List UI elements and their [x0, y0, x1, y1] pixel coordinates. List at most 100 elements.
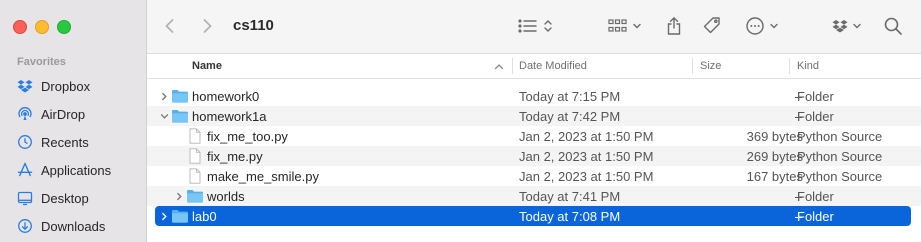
folder-icon: [171, 208, 189, 224]
search-button[interactable]: [883, 13, 903, 39]
file-row[interactable]: fix_me_too.py Jan 2, 2023 at 1:50 PM 369 b…: [147, 126, 921, 146]
sidebar-item-dropbox[interactable]: Dropbox: [17, 76, 90, 96]
document-icon: [186, 128, 204, 144]
downloads-icon: [17, 218, 33, 234]
file-kind: Python Source: [797, 128, 883, 144]
file-kind: Python Source: [797, 148, 883, 164]
sidebar-item-downloads[interactable]: Downloads: [17, 216, 105, 236]
chevron-left-icon: [165, 19, 174, 33]
clock-icon: [17, 134, 33, 150]
view-options-button[interactable]: [518, 13, 554, 39]
sidebar-item-label: Downloads: [41, 218, 106, 234]
back-button[interactable]: [163, 13, 177, 39]
group-button[interactable]: [608, 13, 643, 39]
more-actions-button[interactable]: [745, 13, 780, 39]
folder-row[interactable]: lab0 Today at 7:08 PM -- Folder: [155, 206, 911, 226]
group-grid-icon: [608, 19, 627, 32]
column-separator[interactable]: [692, 58, 693, 74]
chevron-down-icon: [633, 23, 641, 29]
sidebar-item-applications[interactable]: Applications: [17, 160, 111, 180]
close-button[interactable]: [13, 20, 27, 34]
folder-row[interactable]: worlds Today at 7:41 PM -- Folder: [147, 186, 921, 206]
disclosure-collapsed-icon[interactable]: [159, 206, 169, 226]
date-modified: Today at 7:08 PM: [519, 208, 621, 224]
sidebar-item-label: Recents: [41, 134, 89, 150]
dropbox-toolbar-button[interactable]: [831, 13, 863, 39]
sidebar-item-label: Desktop: [41, 190, 89, 206]
dropbox-icon: [17, 78, 33, 94]
date-modified: Jan 2, 2023 at 1:50 PM: [519, 168, 654, 184]
chevron-down-icon: [853, 23, 861, 29]
toolbar: cs110: [147, 0, 921, 54]
file-kind: Folder: [797, 188, 834, 204]
chevron-up-down-icon: [544, 20, 552, 32]
column-separator[interactable]: [512, 58, 513, 74]
item-name: worlds: [207, 188, 245, 204]
window-controls: [13, 20, 71, 34]
item-name: fix_me_too.py: [207, 128, 288, 144]
share-button[interactable]: [665, 13, 683, 39]
sidebar-item-label: Dropbox: [41, 78, 91, 94]
folder-icon: [171, 88, 189, 104]
tags-button[interactable]: [702, 13, 722, 39]
item-name: homework0: [192, 88, 260, 104]
item-name: make_me_smile.py: [207, 168, 319, 184]
document-icon: [186, 168, 204, 184]
airdrop-icon: [17, 106, 33, 122]
item-name: lab0: [192, 208, 217, 224]
date-modified: Jan 2, 2023 at 1:50 PM: [519, 148, 654, 164]
search-icon: [884, 17, 902, 35]
file-row[interactable]: fix_me.py Jan 2, 2023 at 1:50 PM 269 bytes…: [147, 146, 921, 166]
date-modified: Today at 7:42 PM: [519, 108, 621, 124]
list-view-icon: [518, 19, 537, 33]
sort-ascending-icon: [494, 64, 504, 70]
zoom-button[interactable]: [57, 20, 71, 34]
date-modified: Jan 2, 2023 at 1:50 PM: [519, 128, 654, 144]
ellipsis-circle-icon: [746, 17, 764, 35]
share-icon: [667, 17, 681, 35]
sidebar-item-label: Applications: [41, 162, 112, 178]
sidebar-item-airdrop[interactable]: AirDrop: [17, 104, 85, 124]
column-separator[interactable]: [789, 58, 790, 74]
file-row[interactable]: make_me_smile.py Jan 2, 2023 at 1:50 PM 16…: [147, 166, 921, 186]
file-kind: Folder: [797, 108, 834, 124]
file-size: 269 bytes: [746, 148, 803, 164]
column-header: Name Date Modified Size Kind: [147, 54, 921, 79]
sidebar-item-desktop[interactable]: Desktop: [17, 188, 89, 208]
disclosure-collapsed-icon[interactable]: [174, 186, 184, 206]
folder-icon: [171, 108, 189, 124]
dropbox-icon: [832, 20, 848, 33]
document-icon: [186, 148, 204, 164]
column-name-header[interactable]: Name: [192, 54, 222, 78]
column-size-header[interactable]: Size: [700, 54, 721, 78]
chevron-down-icon: [770, 23, 778, 29]
forward-button[interactable]: [200, 13, 214, 39]
chevron-right-icon: [203, 19, 212, 33]
applications-icon: [17, 162, 33, 178]
item-name: homework1a: [192, 108, 267, 124]
file-kind: Folder: [797, 88, 834, 104]
file-list: homework0 Today at 7:15 PM -- Folder homewor…: [147, 86, 921, 226]
date-modified: Today at 7:15 PM: [519, 88, 621, 104]
column-date-header[interactable]: Date Modified: [519, 54, 587, 78]
date-modified: Today at 7:41 PM: [519, 188, 621, 204]
folder-row[interactable]: homework1a Today at 7:42 PM -- Folder: [147, 106, 921, 126]
sidebar-item-label: AirDrop: [41, 106, 86, 122]
file-kind: Python Source: [797, 168, 883, 184]
column-kind-header[interactable]: Kind: [797, 54, 819, 78]
minimize-button[interactable]: [35, 20, 49, 34]
window-title: cs110: [233, 17, 274, 34]
item-name: fix_me.py: [207, 148, 263, 164]
folder-icon: [186, 188, 204, 204]
disclosure-expanded-icon[interactable]: [159, 106, 169, 126]
file-kind: Folder: [797, 208, 834, 224]
file-size: 369 bytes: [746, 128, 803, 144]
tag-icon: [703, 17, 720, 34]
finder-window: Favorites Dropbox AirDrop Recents Applic…: [0, 0, 921, 242]
disclosure-collapsed-icon[interactable]: [159, 86, 169, 106]
sidebar-item-recents[interactable]: Recents: [17, 132, 89, 152]
desktop-icon: [17, 190, 33, 206]
folder-row[interactable]: homework0 Today at 7:15 PM -- Folder: [147, 86, 921, 106]
sidebar-section-favorites: Favorites: [17, 56, 66, 68]
sidebar: Favorites Dropbox AirDrop Recents Applic…: [0, 0, 147, 242]
